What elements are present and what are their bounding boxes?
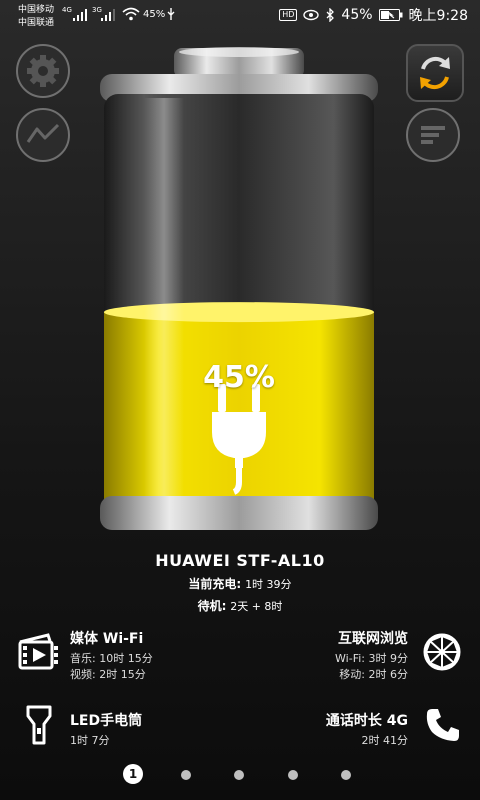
signal-1-icon: [73, 9, 87, 21]
internet-title: 互联网浏览: [338, 631, 408, 647]
device-info: HUAWEI STF-AL10 当前充电: 1时 39分 待机: 2天 + 8时: [0, 551, 480, 614]
clock: 晚上9:28: [408, 8, 468, 24]
flashlight-icon: [26, 705, 52, 745]
charging-time-value: 1时 39分: [245, 578, 292, 591]
status-bar: 中国移动 4G 中国联通 3G 45% HD 45% 晚上9:28: [0, 0, 480, 32]
page-dot-active[interactable]: 1: [123, 764, 143, 784]
page-dot[interactable]: [288, 770, 298, 780]
wifi-icon: [122, 7, 140, 21]
standby-time-value: 2天 + 8时: [230, 600, 283, 613]
battery-graphic: 45%: [94, 44, 384, 534]
standby-time-row: 待机: 2天 + 8时: [0, 597, 480, 614]
call-time-title: 通话时长 4G: [325, 713, 408, 729]
list-button[interactable]: [406, 108, 460, 162]
carrier-2-name: 中国联通: [18, 18, 55, 28]
list-icon: [421, 126, 445, 144]
refresh-button[interactable]: [406, 44, 464, 102]
page-dot[interactable]: [234, 770, 244, 780]
carrier-1-network: 4G: [62, 6, 72, 14]
device-name: HUAWEI STF-AL10: [155, 551, 325, 570]
page-dot[interactable]: [341, 770, 351, 780]
battery-percent-status: 45%: [341, 7, 373, 23]
usb-icon: [167, 8, 175, 20]
bluetooth-icon: [326, 8, 335, 22]
refresh-icon: [420, 56, 450, 90]
charging-time-row: 当前充电: 1时 39分: [0, 575, 480, 592]
media-video-time: 视频: 2时 15分: [70, 668, 146, 681]
battery-svg: [100, 47, 378, 530]
flashlight-stat: LED手电筒 1时 7分: [70, 710, 142, 749]
charging-time-label: 当前充电:: [188, 577, 242, 591]
video-icon: [18, 633, 58, 670]
signal-2-icon: [101, 9, 115, 21]
call-time-value: 2时 41分: [361, 734, 409, 747]
globe-icon: [423, 633, 461, 671]
status-bar-right: HD 45% 晚上9:28: [279, 5, 468, 25]
gear-icon: [27, 55, 59, 87]
battery-status-icon: [378, 9, 403, 21]
flashlight-time: 1时 7分: [70, 734, 110, 747]
internet-stat: 互联网浏览 Wi-Fi: 3时 9分 移动: 2时 6分: [335, 628, 408, 683]
battery-small-text: 45%: [143, 9, 166, 20]
page-indicator: 1: [0, 762, 480, 786]
media-music-time: 音乐: 10时 15分: [70, 652, 153, 665]
hd-badge: HD: [279, 9, 298, 21]
media-wifi-title: 媒体 Wi-Fi: [70, 631, 144, 647]
carrier-1-name: 中国移动: [18, 5, 55, 15]
settings-button[interactable]: [16, 44, 70, 98]
graph-button[interactable]: [16, 108, 70, 162]
flashlight-title: LED手电筒: [70, 713, 143, 729]
battery-percent-label: 45%: [203, 360, 275, 395]
call-time-stat: 通话时长 4G 2时 41分: [326, 710, 408, 749]
internet-mobile-time: 移动: 2时 6分: [339, 668, 408, 681]
page-dot[interactable]: [181, 770, 191, 780]
eye-icon: [303, 9, 320, 21]
internet-wifi-time: Wi-Fi: 3时 9分: [335, 652, 408, 665]
media-wifi-stat: 媒体 Wi-Fi 音乐: 10时 15分 视频: 2时 15分: [70, 628, 153, 683]
standby-time-label: 待机:: [197, 599, 227, 613]
graph-icon: [26, 123, 60, 143]
phone-icon: [426, 709, 459, 741]
